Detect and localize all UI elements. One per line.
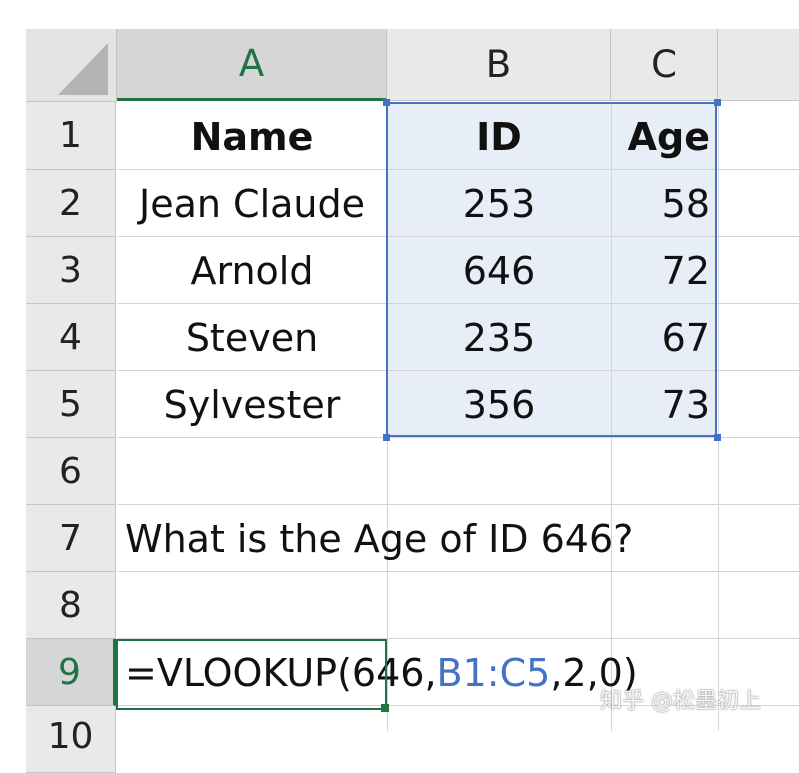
highlighted-range-border bbox=[386, 102, 717, 437]
row-header-label: 3 bbox=[59, 249, 82, 291]
column-header-label: C bbox=[651, 43, 677, 86]
row-header-label: 2 bbox=[59, 182, 82, 224]
row-header-4[interactable]: 4 bbox=[26, 304, 116, 371]
spreadsheet-grid: A B C 1 2 3 4 5 6 7 8 9 10 Name ID Age J… bbox=[0, 0, 799, 773]
cell-a3[interactable]: Arnold bbox=[117, 237, 387, 304]
column-header-a[interactable]: A bbox=[117, 29, 387, 101]
column-header-b[interactable]: B bbox=[387, 29, 611, 101]
range-handle-top-left[interactable] bbox=[383, 99, 390, 106]
row-header-10[interactable]: 10 bbox=[26, 706, 116, 773]
row-header-label: 7 bbox=[59, 517, 82, 559]
formula-range-ref: B1:C5 bbox=[436, 650, 551, 695]
cell-text: Steven bbox=[185, 315, 319, 360]
select-all-triangle-icon bbox=[58, 43, 108, 95]
range-handle-bottom-right[interactable] bbox=[714, 434, 721, 441]
column-header-c[interactable]: C bbox=[611, 29, 718, 101]
fill-handle[interactable] bbox=[381, 704, 389, 712]
cell-text: Sylvester bbox=[163, 382, 341, 427]
cell-a4[interactable]: Steven bbox=[117, 304, 387, 371]
row-header-8[interactable]: 8 bbox=[26, 572, 116, 639]
cell-a5[interactable]: Sylvester bbox=[117, 371, 387, 438]
column-header-label: B bbox=[485, 43, 512, 86]
column-header-label: A bbox=[238, 42, 265, 85]
row-header-3[interactable]: 3 bbox=[26, 237, 116, 304]
cell-text: Arnold bbox=[190, 248, 314, 293]
row-header-label: 9 bbox=[58, 651, 81, 693]
column-header-d[interactable] bbox=[718, 29, 799, 101]
watermark: 知乎 @松墨初上 bbox=[600, 689, 761, 714]
row-header-label: 6 bbox=[59, 450, 82, 492]
cell-a1[interactable]: Name bbox=[117, 103, 387, 170]
row-header-2[interactable]: 2 bbox=[26, 170, 116, 237]
active-cell-border bbox=[116, 639, 387, 710]
row-header-5[interactable]: 5 bbox=[26, 371, 116, 438]
row-header-label: 10 bbox=[47, 716, 94, 757]
row-header-label: 4 bbox=[59, 316, 82, 358]
cell-text: Name bbox=[190, 114, 314, 159]
cell-a7[interactable]: What is the Age of ID 646? bbox=[117, 505, 717, 572]
row-header-9[interactable]: 9 bbox=[26, 639, 116, 706]
range-handle-top-right[interactable] bbox=[714, 99, 721, 106]
cell-text: Jean Claude bbox=[139, 181, 365, 226]
row-header-6[interactable]: 6 bbox=[26, 438, 116, 505]
row-header-label: 1 bbox=[59, 115, 82, 156]
row-header-label: 8 bbox=[59, 584, 82, 626]
cell-a2[interactable]: Jean Claude bbox=[117, 170, 387, 237]
range-handle-bottom-left[interactable] bbox=[383, 434, 390, 441]
row-header-label: 5 bbox=[59, 383, 82, 425]
cell-text: What is the Age of ID 646? bbox=[125, 516, 634, 561]
row-header-7[interactable]: 7 bbox=[26, 505, 116, 572]
row-header-1[interactable]: 1 bbox=[26, 102, 116, 170]
